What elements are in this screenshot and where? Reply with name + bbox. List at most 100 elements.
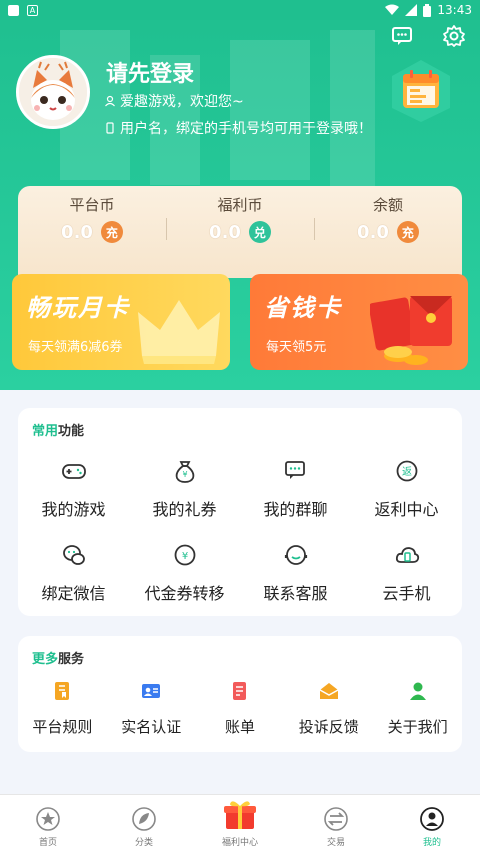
- my-group-chat-button[interactable]: 我的群聊: [240, 458, 351, 520]
- service-label: 平台规则: [32, 718, 93, 736]
- cloud-phone-icon: [395, 547, 419, 563]
- calendar-icon: [392, 60, 450, 122]
- cat-avatar-icon: [19, 58, 87, 126]
- city-decor: [330, 30, 375, 190]
- rules-icon: [55, 682, 70, 700]
- promo-title: 省钱卡: [264, 294, 342, 322]
- login-prompt[interactable]: 请先登录: [106, 56, 194, 88]
- wallet-value: 0.0: [357, 221, 389, 243]
- my-games-button[interactable]: 我的游戏: [18, 458, 129, 520]
- status-bar: A 13:43: [0, 0, 480, 20]
- nav-label: 福利中心: [221, 838, 258, 848]
- nav-welfare-center[interactable]: 福利中心: [192, 795, 288, 854]
- home-star-icon: [36, 807, 60, 831]
- function-label: 代金券转移: [144, 584, 225, 603]
- wallet-label: 平台币: [69, 196, 115, 214]
- real-name-verification-button[interactable]: 实名认证: [107, 680, 196, 737]
- message-icon[interactable]: [390, 24, 414, 48]
- feedback-icon: [319, 683, 339, 699]
- promo-subtitle: 每天领满6减6券: [28, 340, 123, 355]
- gift-icon: [224, 801, 256, 829]
- crown-icon: [138, 300, 220, 364]
- promo-title: 畅玩月卡: [26, 294, 130, 322]
- signal-icon: [405, 4, 418, 16]
- tip-line: 用户名，绑定的手机号均可用于登录哦！: [104, 118, 372, 138]
- monthly-card-promo[interactable]: 畅玩月卡 每天领满6减6券: [12, 274, 230, 370]
- nav-home[interactable]: 首页: [0, 795, 96, 854]
- greeting-line: 爱趣游戏，欢迎您~: [104, 91, 244, 111]
- bind-wechat-button[interactable]: 绑定微信: [18, 542, 129, 604]
- rebate-center-button[interactable]: 返 返利中心: [351, 458, 462, 520]
- wallet-platform-coin[interactable]: 平台币 0.0 充: [18, 186, 166, 278]
- nav-category[interactable]: 分类: [96, 795, 192, 854]
- red-envelope-icon: [370, 296, 452, 365]
- section-title-rest: 服务: [58, 652, 85, 667]
- bill-icon: [232, 682, 246, 700]
- id-card-icon: [142, 684, 161, 698]
- recharge-badge-icon[interactable]: 充: [100, 221, 123, 243]
- complaint-feedback-button[interactable]: 投诉反馈: [284, 680, 373, 737]
- section-title: 常用功能: [32, 420, 84, 439]
- settings-gear-icon[interactable]: [442, 24, 466, 48]
- function-label: 云手机: [382, 584, 431, 603]
- svg-text:¥: ¥: [182, 470, 187, 479]
- wifi-icon: [385, 4, 400, 15]
- recharge-badge-icon[interactable]: 充: [396, 221, 419, 243]
- phone-icon: [106, 122, 114, 134]
- saver-card-promo[interactable]: 省钱卡 每天领5元: [250, 274, 468, 370]
- function-label: 我的群聊: [263, 500, 328, 519]
- service-label: 实名认证: [121, 718, 182, 736]
- function-row: 我的游戏 ¥ 我的礼券 我的群聊 返 返利中心: [18, 458, 462, 520]
- about-icon: [409, 682, 426, 700]
- wechat-icon: [62, 545, 85, 565]
- user-icon: [105, 95, 115, 107]
- about-us-button[interactable]: 关于我们: [373, 680, 462, 737]
- wallet-value: 0.0: [209, 221, 241, 243]
- service-row: 平台规则 实名认证 账单 投诉反馈 关于我们: [18, 680, 462, 737]
- function-label: 我的礼券: [152, 500, 217, 519]
- section-title: 更多服务: [32, 648, 84, 667]
- app-notification-icon: A: [27, 4, 38, 16]
- rebate-icon: 返: [396, 460, 417, 482]
- more-services-card: 更多服务 平台规则 实名认证 账单 投诉反馈 关于我们: [18, 636, 462, 752]
- nav-mine[interactable]: 我的: [384, 795, 480, 854]
- section-title-rest: 功能: [58, 424, 85, 439]
- bill-button[interactable]: 账单: [196, 680, 285, 737]
- svg-text:返: 返: [402, 466, 412, 478]
- platform-rules-button[interactable]: 平台规则: [18, 680, 107, 737]
- nav-label: 首页: [38, 838, 57, 848]
- service-label: 关于我们: [387, 718, 448, 736]
- service-label: 投诉反馈: [298, 718, 359, 736]
- function-label: 我的游戏: [41, 500, 106, 519]
- voucher-transfer-button[interactable]: ¥ 代金券转移: [129, 542, 240, 604]
- exchange-badge-icon[interactable]: 兑: [248, 221, 271, 243]
- nav-label: 分类: [134, 838, 153, 848]
- wallet-card: 平台币 0.0 充 福利币 0.0 兑 余额 0.0 充: [18, 186, 462, 278]
- wallet-balance[interactable]: 余额 0.0 充: [314, 186, 462, 278]
- battery-icon: [423, 3, 432, 17]
- customer-service-button[interactable]: 联系客服: [240, 542, 351, 604]
- category-icon: [132, 807, 156, 831]
- common-functions-card: 常用功能 我的游戏 ¥ 我的礼券 我的群聊 返 返利中心 绑定微信 ¥ 代金券转…: [18, 408, 462, 616]
- nav-trade[interactable]: 交易: [288, 795, 384, 854]
- cloud-phone-button[interactable]: 云手机: [351, 542, 462, 604]
- nav-label: 我的: [422, 838, 441, 848]
- function-label: 联系客服: [263, 584, 328, 603]
- section-title-accent: 更多: [32, 652, 59, 667]
- sign-in-calendar-button[interactable]: [386, 58, 456, 124]
- function-label: 绑定微信: [41, 584, 106, 603]
- wallet-welfare-coin[interactable]: 福利币 0.0 兑: [166, 186, 314, 278]
- bottom-navigation: 首页 分类 福利中心 交易 我的: [0, 794, 480, 854]
- nav-label: 交易: [326, 838, 345, 848]
- greeting-text: 爱趣游戏，欢迎您~: [120, 94, 244, 110]
- service-label: 账单: [224, 718, 255, 736]
- profile-icon: [420, 807, 444, 831]
- trade-icon: [324, 807, 348, 831]
- svg-text:¥: ¥: [181, 551, 187, 562]
- money-bag-icon: ¥: [175, 461, 194, 483]
- wallet-label: 余额: [372, 196, 403, 214]
- clock: 13:43: [437, 3, 472, 17]
- my-coupons-button[interactable]: ¥ 我的礼券: [129, 458, 240, 520]
- avatar[interactable]: [16, 55, 90, 129]
- section-title-accent: 常用: [32, 424, 59, 439]
